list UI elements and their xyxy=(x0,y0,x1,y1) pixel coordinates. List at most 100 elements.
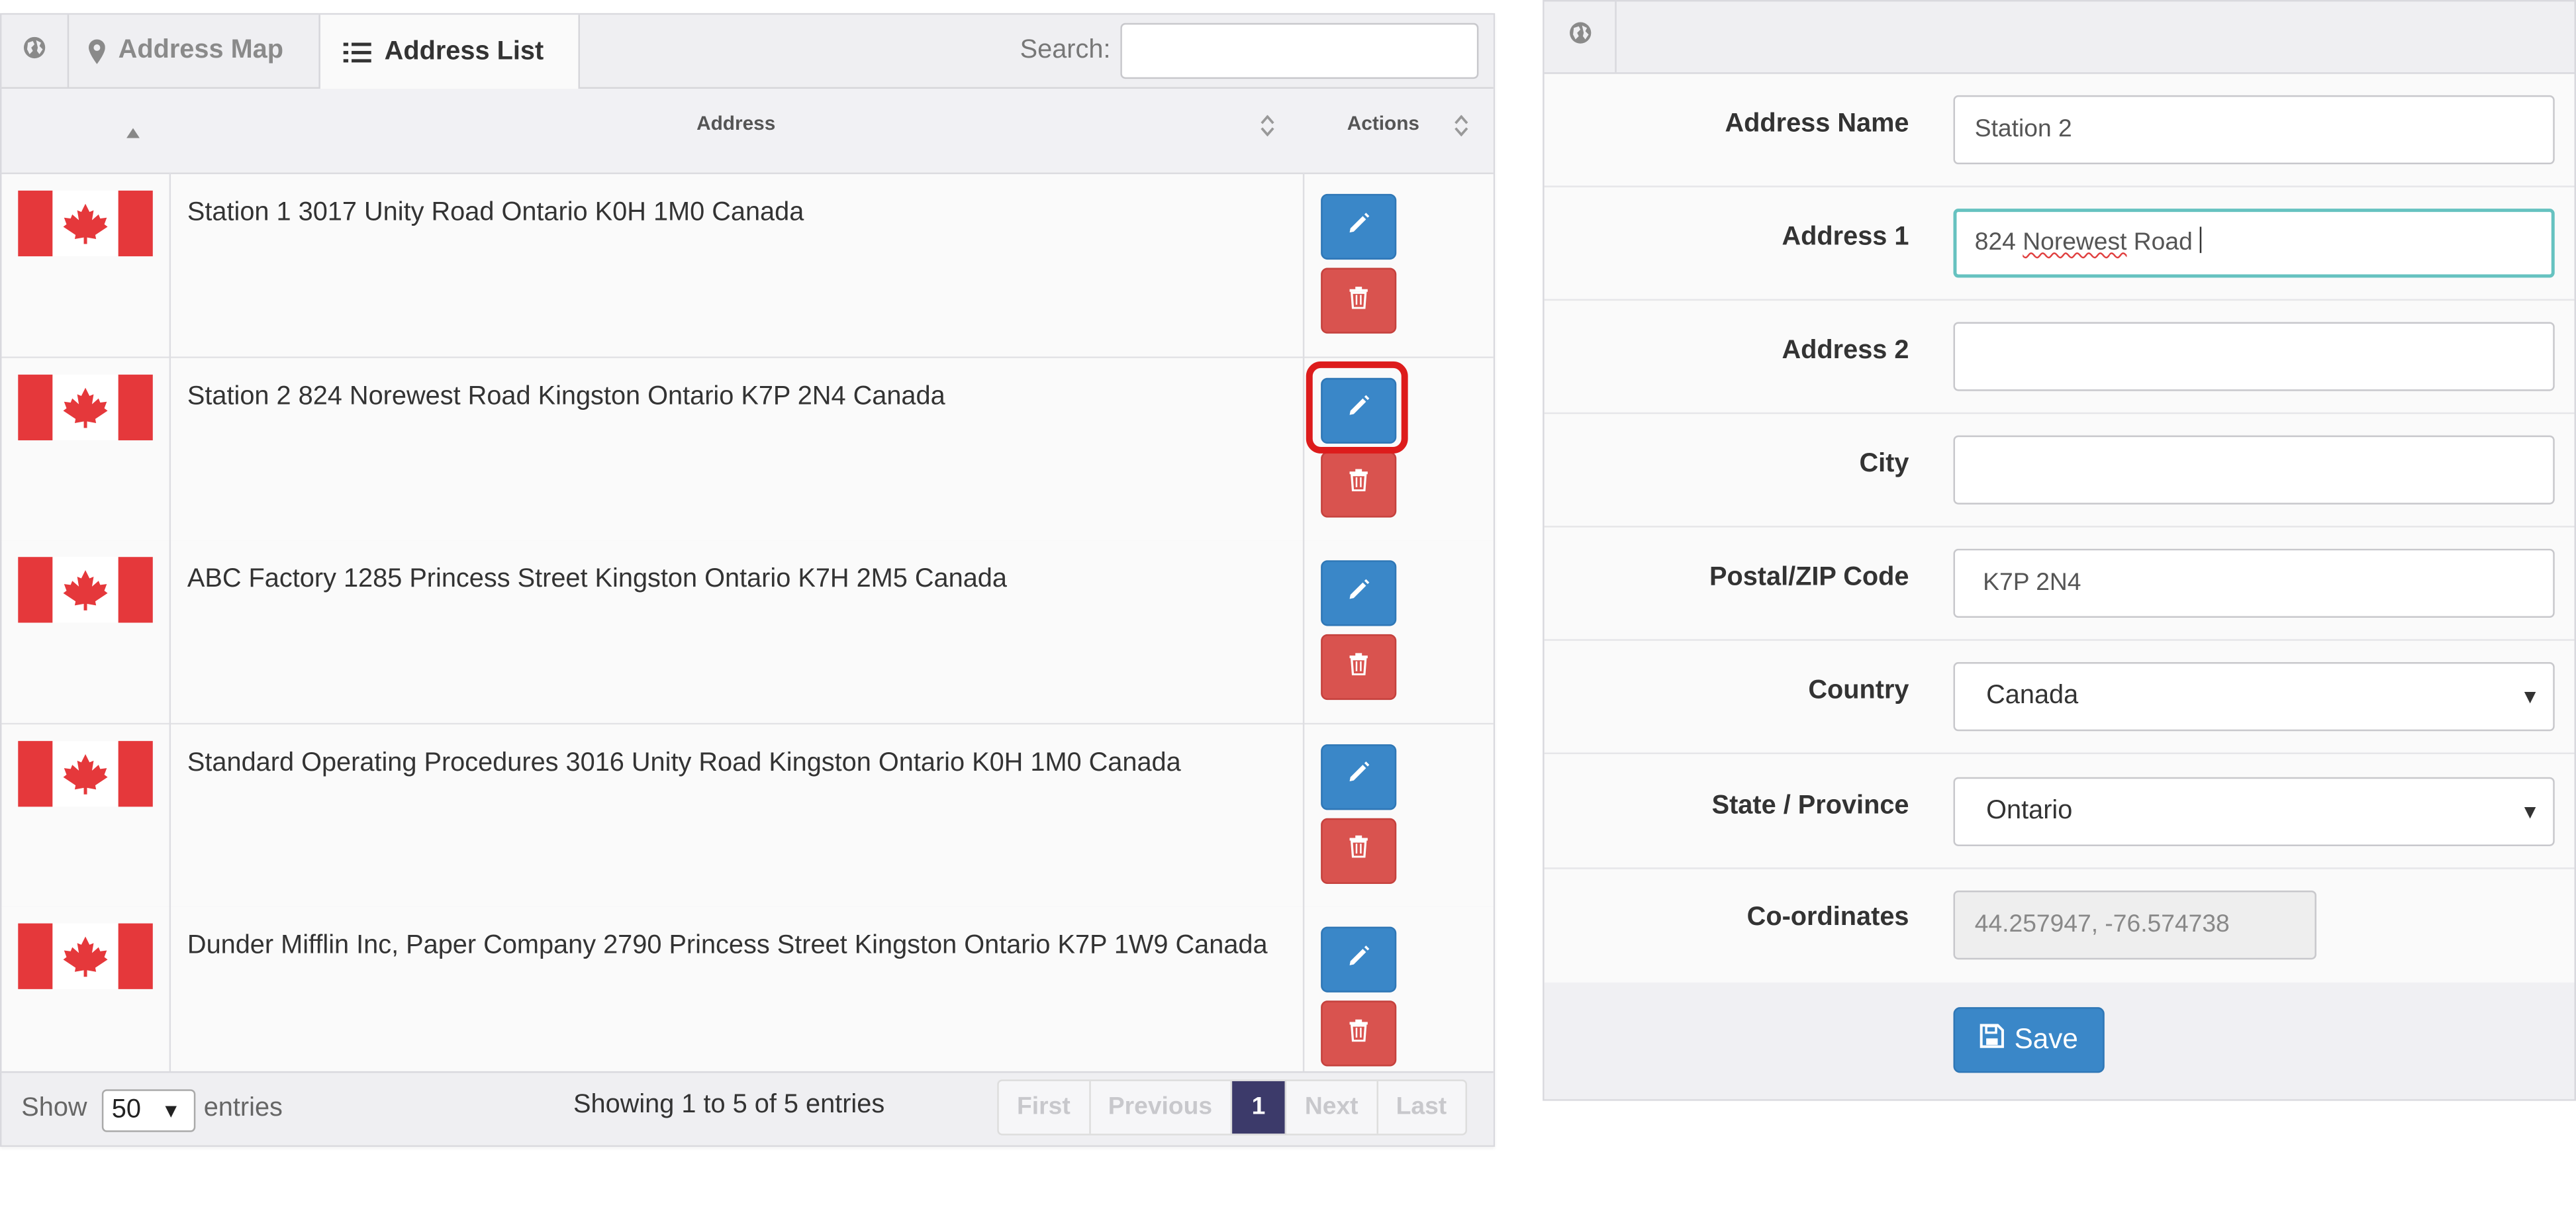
canada-flag-icon xyxy=(18,373,153,440)
pager-first[interactable]: First xyxy=(999,1081,1090,1134)
address-1-field[interactable]: 824 Norewest Road xyxy=(1953,209,2555,278)
table-row: ABC Factory 1285 Princess Street Kingsto… xyxy=(1,540,1494,725)
spellcheck-word: Norewest xyxy=(2023,228,2127,257)
address-cell: Station 1 3017 Unity Road Ontario K0H 1M… xyxy=(187,199,804,227)
address-2-label: Address 2 xyxy=(1782,336,1909,365)
pagination: First Previous 1 Next Last xyxy=(997,1079,1466,1136)
pager-last[interactable]: Last xyxy=(1378,1081,1464,1134)
state-label: State / Province xyxy=(1711,792,1909,820)
highlight-box xyxy=(1306,360,1408,453)
address-edit-panel: Address Name Station 2 Address 1 824 Nor… xyxy=(1543,0,2576,1101)
city-label: City xyxy=(1859,450,1909,479)
page-length-select[interactable]: 50 ▼ xyxy=(101,1089,196,1132)
tab-bar: Address Map Address List Search: xyxy=(1,15,1494,89)
column-header-address[interactable]: Address xyxy=(169,112,1303,135)
sort-both-icon[interactable] xyxy=(1260,115,1274,145)
address-name-field[interactable]: Station 2 xyxy=(1953,95,2555,165)
pager-next[interactable]: Next xyxy=(1287,1081,1378,1134)
trash-icon xyxy=(1349,652,1368,683)
trash-icon xyxy=(1349,835,1368,866)
pager-page-1[interactable]: 1 xyxy=(1231,1081,1287,1134)
form-row-address-1: Address 1 824 Norewest Road xyxy=(1544,185,2575,301)
sort-asc-icon[interactable] xyxy=(126,117,140,146)
postal-code-label: Postal/ZIP Code xyxy=(1709,563,1909,592)
table-row: Standard Operating Procedures 3016 Unity… xyxy=(1,724,1494,908)
country-value: Canada xyxy=(1986,681,2079,710)
column-header-actions[interactable]: Actions xyxy=(1303,112,1464,135)
chevron-down-icon: ▼ xyxy=(161,1099,181,1122)
delete-button[interactable] xyxy=(1321,451,1397,517)
pencil-icon xyxy=(1347,211,1370,242)
trash-icon xyxy=(1349,468,1368,499)
save-button-label: Save xyxy=(2014,1023,2078,1055)
floppy-disk-icon xyxy=(1980,1024,2005,1057)
column-divider xyxy=(1302,172,1305,1073)
chevron-down-icon: ▼ xyxy=(2520,685,2540,708)
form-row-address-name: Address Name Station 2 xyxy=(1544,72,2575,187)
address-1-label: Address 1 xyxy=(1782,223,1909,252)
table-footer: Show 50 ▼ entries Showing 1 to 5 of 5 en… xyxy=(1,1071,1494,1145)
city-field[interactable] xyxy=(1953,435,2555,505)
pencil-icon xyxy=(1347,761,1370,792)
text-cursor xyxy=(2199,226,2201,254)
sort-both-icon[interactable] xyxy=(1454,115,1468,145)
globe-icon xyxy=(23,35,46,66)
list-icon xyxy=(343,40,371,64)
show-label: Show xyxy=(21,1094,87,1122)
country-select[interactable]: Canada ▼ xyxy=(1953,662,2555,732)
address-1-value-part: Road xyxy=(2126,228,2193,257)
tab-globe[interactable] xyxy=(1,15,70,87)
trash-icon xyxy=(1349,285,1368,316)
address-name-label: Address Name xyxy=(1725,110,1909,138)
edit-button[interactable] xyxy=(1321,926,1397,993)
form-footer: Save xyxy=(1544,982,2575,1100)
chevron-down-icon: ▼ xyxy=(2520,800,2540,824)
delete-button[interactable] xyxy=(1321,1000,1397,1067)
form-row-country: Country Canada ▼ xyxy=(1544,639,2575,755)
page-length-value: 50 xyxy=(111,1096,141,1124)
form-row-state: State / Province Ontario ▼ xyxy=(1544,754,2575,869)
tab-address-map-label: Address Map xyxy=(118,36,283,64)
trash-icon xyxy=(1349,1018,1368,1049)
form-row-postal-code: Postal/ZIP Code K7P 2N4 xyxy=(1544,526,2575,641)
table-row: Station 2 824 Norewest Road Kingston Ont… xyxy=(1,357,1494,542)
delete-button[interactable] xyxy=(1321,634,1397,701)
delete-button[interactable] xyxy=(1321,267,1397,334)
table-row: Station 1 3017 Unity Road Ontario K0H 1M… xyxy=(1,174,1494,358)
country-label: Country xyxy=(1808,677,1909,705)
address-cell: Standard Operating Procedures 3016 Unity… xyxy=(187,748,1181,777)
canada-flag-icon xyxy=(18,740,153,806)
form-row-city: City xyxy=(1544,412,2575,528)
edit-panel-header xyxy=(1544,1,2575,74)
state-value: Ontario xyxy=(1986,797,2073,825)
tab-globe[interactable] xyxy=(1545,1,1617,73)
coordinates-label: Co-ordinates xyxy=(1746,903,1909,932)
table-info: Showing 1 to 5 of 5 entries xyxy=(573,1090,885,1119)
tab-address-list-label: Address List xyxy=(384,36,544,66)
address-cell: Station 2 824 Norewest Road Kingston Ont… xyxy=(187,381,945,411)
coordinates-field: 44.257947, -76.574738 xyxy=(1953,890,2316,960)
address-2-field[interactable] xyxy=(1953,322,2555,391)
address-cell: ABC Factory 1285 Princess Street Kingsto… xyxy=(187,565,1007,593)
pager-previous[interactable]: Previous xyxy=(1090,1081,1232,1134)
edit-button[interactable] xyxy=(1321,743,1397,810)
tab-address-list[interactable]: Address List xyxy=(320,15,580,89)
entries-label: entries xyxy=(203,1094,283,1122)
state-select[interactable]: Ontario ▼ xyxy=(1953,777,2555,846)
address-cell: Dunder Mifflin Inc, Paper Company 2790 P… xyxy=(187,932,1268,960)
edit-button[interactable] xyxy=(1321,560,1397,626)
search-label: Search: xyxy=(1020,36,1111,64)
delete-button[interactable] xyxy=(1321,817,1397,883)
canada-flag-icon xyxy=(18,190,153,257)
edit-button[interactable] xyxy=(1321,193,1397,260)
save-button[interactable]: Save xyxy=(1953,1007,2105,1073)
pencil-icon xyxy=(1347,944,1370,975)
postal-code-field[interactable]: K7P 2N4 xyxy=(1953,548,2555,618)
search-input[interactable] xyxy=(1120,23,1479,79)
canada-flag-icon xyxy=(18,923,153,989)
table-row: Dunder Mifflin Inc, Paper Company 2790 P… xyxy=(1,906,1494,1091)
canada-flag-icon xyxy=(18,557,153,623)
globe-icon xyxy=(1568,21,1592,52)
form-row-address-2: Address 2 xyxy=(1544,299,2575,414)
tab-address-map[interactable]: Address Map xyxy=(69,15,320,87)
